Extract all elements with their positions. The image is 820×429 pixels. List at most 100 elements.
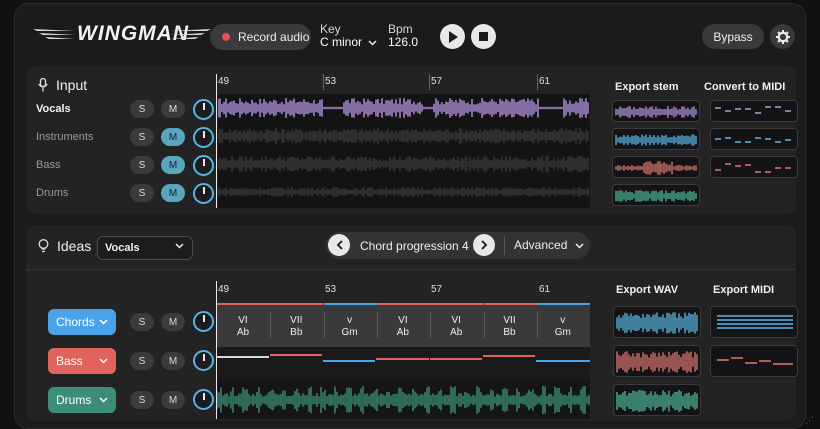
mute-button[interactable]: M (161, 313, 185, 331)
export-stem-thumbnail[interactable] (612, 184, 700, 206)
chevron-down-icon (575, 243, 584, 249)
ideas-title-text: Ideas (57, 238, 92, 254)
export-midi-thumbnail[interactable] (710, 345, 798, 377)
chevron-down-icon (99, 319, 108, 325)
solo-button[interactable]: S (130, 391, 154, 409)
stop-button[interactable] (471, 24, 496, 49)
bar-marker: 53 (325, 284, 337, 295)
progression-name: Chord progression 4 (360, 239, 469, 253)
track-name: Instruments (36, 131, 94, 143)
record-dot-icon (222, 33, 230, 41)
lightbulb-icon (38, 239, 49, 253)
bar-marker: 49 (218, 284, 230, 295)
idea-track-name: Drums (56, 393, 92, 407)
bar-marker: 61 (539, 76, 551, 87)
chord-accent-bar (536, 303, 590, 305)
bypass-button[interactable]: Bypass (702, 24, 764, 49)
volume-knob[interactable] (193, 350, 214, 371)
ideas-source-dropdown[interactable]: Vocals (97, 236, 193, 260)
advanced-button[interactable]: Advanced (514, 238, 584, 252)
ideas-source-value: Vocals (105, 242, 140, 254)
solo-button[interactable]: S (130, 128, 154, 146)
advanced-label: Advanced (514, 238, 568, 252)
volume-knob[interactable] (193, 311, 214, 332)
chord-lane[interactable]: VI Ab VII Bb v Gm VI Ab VI Ab VII Bb v Gm (217, 303, 590, 347)
volume-knob[interactable] (193, 99, 214, 120)
mute-button[interactable]: M (161, 128, 185, 146)
volume-knob[interactable] (193, 127, 214, 148)
next-progression-button[interactable] (473, 234, 495, 256)
key-selector[interactable]: Key C minor (320, 23, 377, 49)
chord-accent-bar (323, 303, 377, 305)
volume-knob[interactable] (193, 155, 214, 176)
track-name: Drums (36, 187, 69, 199)
mute-button[interactable]: M (161, 391, 185, 409)
chord-name: Ab (450, 327, 463, 338)
chord-block[interactable]: VII Bb (484, 315, 536, 339)
mute-button[interactable]: M (161, 352, 185, 370)
volume-knob[interactable] (193, 183, 214, 204)
chord-name: Gm (554, 327, 571, 338)
idea-track-dropdown[interactable]: Bass (48, 348, 116, 374)
chord-accent-bar (430, 303, 484, 305)
volume-knob[interactable] (193, 389, 214, 410)
export-stem-thumbnail[interactable] (612, 156, 700, 178)
wingman-app: WINGMAN Record audio Key C minor Bpm 126… (0, 0, 820, 429)
export-midi-header: Export MIDI (713, 284, 775, 296)
playhead[interactable] (216, 74, 217, 208)
chord-block[interactable]: VI Ab (217, 315, 269, 339)
midi-thumbnail[interactable] (710, 156, 798, 178)
input-waveform-area[interactable] (218, 94, 590, 208)
chord-block[interactable]: VI Ab (430, 315, 482, 339)
mute-button[interactable]: M (161, 100, 185, 118)
idea-track-dropdown[interactable]: Drums (48, 387, 116, 413)
settings-button[interactable] (770, 24, 795, 49)
play-button[interactable] (440, 24, 465, 49)
export-stem-thumbnail[interactable] (612, 100, 700, 122)
midi-thumbnail[interactable] (710, 128, 798, 150)
record-audio-button[interactable]: Record audio (210, 24, 311, 50)
chord-roman: v (560, 315, 566, 326)
wing-left-icon (33, 29, 75, 39)
solo-button[interactable]: S (130, 156, 154, 174)
bass-lane[interactable] (217, 347, 590, 381)
chord-block[interactable]: VII Bb (270, 315, 322, 339)
chevron-right-icon (480, 240, 487, 250)
export-wav-thumbnail[interactable] (613, 345, 701, 377)
input-title-text: Input (56, 77, 88, 93)
solo-button[interactable]: S (130, 313, 154, 331)
bpm-display[interactable]: Bpm 126.0 (388, 23, 418, 49)
export-wav-thumbnail[interactable] (613, 384, 701, 416)
chord-roman: VII (290, 315, 303, 326)
plugin-window: WINGMAN Record audio Key C minor Bpm 126… (14, 3, 806, 429)
mute-button[interactable]: M (161, 184, 185, 202)
chord-block[interactable]: v Gm (537, 315, 589, 339)
bar-marker: 57 (431, 284, 443, 295)
export-stem-thumbnail[interactable] (612, 128, 700, 150)
microphone-icon (38, 78, 48, 92)
bar-marker: 57 (431, 76, 443, 87)
chevron-down-icon (99, 397, 108, 403)
prev-progression-button[interactable] (328, 234, 350, 256)
chord-block[interactable]: v Gm (324, 315, 376, 339)
export-midi-thumbnail[interactable] (710, 306, 798, 338)
chord-name: Gm (341, 327, 358, 338)
solo-button[interactable]: S (130, 100, 154, 118)
chord-name: Ab (396, 327, 409, 338)
mute-button[interactable]: M (161, 156, 185, 174)
drum-lane[interactable] (217, 381, 590, 419)
chord-roman: VI (238, 315, 248, 326)
export-wav-thumbnail[interactable] (613, 306, 701, 338)
chord-block[interactable]: VI Ab (377, 315, 429, 339)
idea-track-dropdown[interactable]: Chords (48, 309, 116, 335)
chevron-down-icon (368, 40, 377, 46)
chord-accent-bar (483, 303, 537, 305)
midi-thumbnail[interactable] (710, 100, 798, 122)
chord-accent-bar (217, 303, 270, 305)
chord-roman: v (347, 315, 353, 326)
resize-grip-icon[interactable]: ⋰ (805, 415, 814, 426)
solo-button[interactable]: S (130, 184, 154, 202)
wing-right-icon (169, 29, 211, 39)
solo-button[interactable]: S (130, 352, 154, 370)
bar-marker: 53 (325, 76, 337, 87)
